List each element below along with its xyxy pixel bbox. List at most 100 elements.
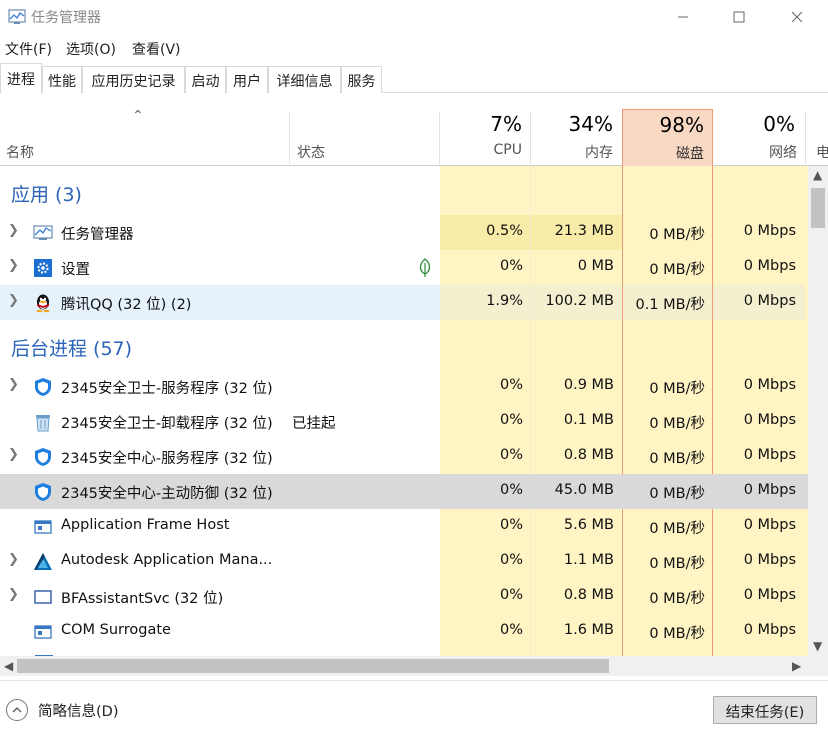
- minimize-icon: [678, 16, 688, 18]
- process-name: 2345安全中心-服务程序 (32 位): [61, 451, 273, 467]
- table-row[interactable]: [0, 649, 808, 656]
- disk-label: 磁盘: [676, 146, 704, 162]
- header-memory[interactable]: 34% 内存: [531, 112, 622, 166]
- disk-value: 0 MB/秒: [649, 451, 705, 467]
- process-name: COM Surrogate: [61, 622, 171, 638]
- horizontal-scroll-thumb[interactable]: [17, 659, 609, 673]
- table-row[interactable]: ❯ 2345安全中心-服务程序 (32 位) 0% 0.8 MB 0 MB/秒 …: [0, 439, 808, 474]
- disk-value: 0 MB/秒: [649, 262, 705, 278]
- table-row[interactable]: 2345安全卫士-卸载程序 (32 位) 已挂起 0% 0.1 MB 0 MB/…: [0, 404, 808, 439]
- chevron-right-icon[interactable]: ❯: [8, 377, 19, 392]
- tab-processes[interactable]: 进程: [0, 63, 42, 94]
- scroll-down-arrow-icon[interactable]: ▼: [813, 639, 822, 653]
- header-disk[interactable]: 98% 磁盘: [622, 109, 713, 166]
- app-window-icon: [34, 520, 52, 534]
- network-value: 0 Mbps: [743, 377, 796, 393]
- app-window-icon: [34, 625, 52, 639]
- table-row-selected[interactable]: 2345安全中心-主动防御 (32 位) 0% 45.0 MB 0 MB/秒 0…: [0, 474, 808, 509]
- memory-value: 45.0 MB: [554, 482, 614, 498]
- tab-app-history[interactable]: 应用历史记录: [82, 66, 185, 93]
- tab-bar: 进程 性能 应用历史记录 启动 用户 详细信息 服务: [0, 63, 828, 94]
- chevron-right-icon[interactable]: ❯: [8, 447, 19, 462]
- table-row[interactable]: ❯ 腾讯QQ (32 位) (2) 1.9% 100.2 MB 0.1 MB/秒…: [0, 285, 808, 320]
- network-percent: 0%: [763, 112, 795, 136]
- tab-users[interactable]: 用户: [226, 66, 268, 93]
- scroll-left-arrow-icon[interactable]: ◀: [4, 659, 13, 673]
- table-row[interactable]: ❯ 2345安全卫士-服务程序 (32 位) 0% 0.9 MB 0 MB/秒 …: [0, 369, 808, 404]
- header-power[interactable]: 电: [806, 112, 828, 166]
- process-name: Autodesk Application Mana...: [61, 552, 273, 568]
- cpu-value: 0.5%: [486, 223, 523, 239]
- horizontal-scrollbar[interactable]: ◀ ▶: [0, 656, 808, 676]
- task-manager-window: 任务管理器 文件(F) 选项(O) 查看(V) 进程 性能 应用历史记录 启动 …: [0, 0, 828, 739]
- cpu-value: 0%: [499, 377, 523, 393]
- tab-services[interactable]: 服务: [341, 66, 382, 93]
- table-row[interactable]: ❯ 设置 0% 0 MB 0 MB/秒 0 Mbps: [0, 250, 808, 285]
- disk-percent: 98%: [659, 113, 704, 137]
- menu-view[interactable]: 查看(V): [132, 39, 181, 59]
- table-row[interactable]: Application Frame Host 0% 5.6 MB 0 MB/秒 …: [0, 509, 808, 544]
- network-value: 0 Mbps: [743, 258, 796, 274]
- menu-file[interactable]: 文件(F): [5, 39, 52, 59]
- chevron-right-icon[interactable]: ❯: [8, 293, 19, 308]
- fewer-details-button[interactable]: 简略信息(D): [6, 698, 118, 722]
- scrollbar-corner: [808, 656, 828, 676]
- memory-value: 21.3 MB: [554, 223, 614, 239]
- process-name: 设置: [61, 262, 90, 278]
- end-task-button[interactable]: 结束任务(E): [713, 696, 817, 724]
- process-name: 2345安全卫士-卸载程序 (32 位): [61, 416, 273, 432]
- network-value: 0 Mbps: [743, 587, 796, 603]
- process-name: 任务管理器: [61, 227, 134, 243]
- cpu-value: 0%: [499, 552, 523, 568]
- menu-options[interactable]: 选项(O): [66, 39, 116, 59]
- vertical-scroll-thumb[interactable]: [811, 188, 825, 228]
- memory-value: 100.2 MB: [545, 293, 614, 309]
- network-value: 0 Mbps: [743, 412, 796, 428]
- task-manager-icon: [8, 9, 26, 24]
- tab-startup[interactable]: 启动: [185, 66, 226, 93]
- header-name-label: 名称: [6, 145, 34, 161]
- autodesk-logo-icon: [34, 553, 52, 570]
- network-value: 0 Mbps: [743, 517, 796, 533]
- chevron-right-icon[interactable]: ❯: [8, 587, 19, 602]
- menu-bar: 文件(F) 选项(O) 查看(V): [0, 36, 828, 60]
- header-name[interactable]: 名称: [0, 112, 290, 166]
- cpu-value: 0%: [499, 258, 523, 274]
- group-title-apps: 应用 (3): [11, 184, 82, 206]
- table-row[interactable]: ❯ BFAssistantSvc (32 位) 0% 0.8 MB 0 MB/秒…: [0, 579, 808, 614]
- process-name: 2345安全中心-主动防御 (32 位): [61, 486, 273, 502]
- title-bar: 任务管理器: [0, 0, 828, 34]
- close-button[interactable]: [774, 0, 820, 34]
- table-row[interactable]: ❯ Autodesk Application Mana... 0% 1.1 MB…: [0, 544, 808, 579]
- chevron-right-icon[interactable]: ❯: [8, 552, 19, 567]
- table-row[interactable]: ❯ 任务管理器 0.5% 21.3 MB 0 MB/秒 0 Mbps: [0, 215, 808, 250]
- disk-value: 0 MB/秒: [649, 556, 705, 572]
- tab-performance[interactable]: 性能: [42, 66, 82, 93]
- header-network[interactable]: 0% 网络: [713, 112, 805, 166]
- memory-value: 1.1 MB: [563, 552, 614, 568]
- memory-percent: 34%: [568, 112, 613, 136]
- shield-icon: [35, 483, 51, 501]
- vertical-scrollbar[interactable]: ▲ ▼: [808, 166, 828, 656]
- group-header-background: 后台进程 (57): [0, 329, 808, 364]
- process-name: BFAssistantSvc (32 位): [61, 591, 224, 607]
- maximize-button[interactable]: [716, 0, 762, 34]
- chevron-right-icon[interactable]: ❯: [8, 258, 19, 273]
- scroll-right-arrow-icon[interactable]: ▶: [792, 659, 801, 673]
- disk-value: 0 MB/秒: [649, 521, 705, 537]
- tab-details[interactable]: 详细信息: [268, 66, 341, 93]
- cpu-value: 0%: [499, 447, 523, 463]
- memory-value: 5.6 MB: [563, 517, 614, 533]
- scroll-up-arrow-icon[interactable]: ▲: [813, 168, 822, 182]
- header-cpu[interactable]: 7% CPU: [440, 112, 530, 166]
- footer: 简略信息(D) 结束任务(E): [0, 680, 828, 739]
- window-frame-icon: [34, 590, 52, 604]
- chevron-right-icon[interactable]: ❯: [8, 223, 19, 238]
- table-row[interactable]: COM Surrogate 0% 1.6 MB 0 MB/秒 0 Mbps: [0, 614, 808, 649]
- cpu-value: 0%: [499, 587, 523, 603]
- minimize-button[interactable]: [660, 0, 706, 34]
- column-header: ⌃ 名称 状态 7% CPU 34% 内存 98% 磁盘 0% 网络 电: [0, 94, 828, 166]
- header-status[interactable]: 状态: [290, 112, 440, 166]
- shield-icon: [35, 448, 51, 466]
- qq-penguin-icon: [36, 294, 50, 313]
